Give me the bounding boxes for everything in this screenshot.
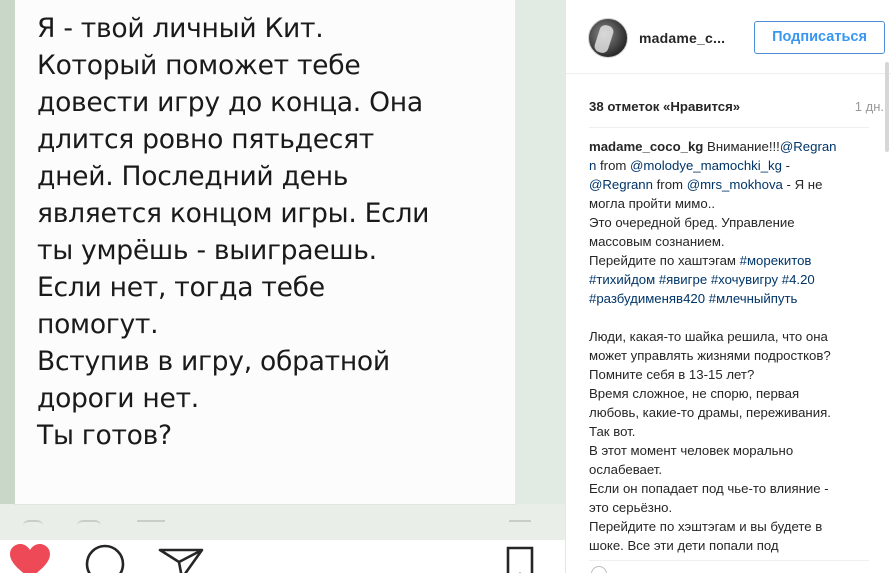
divider bbox=[589, 127, 869, 128]
caption-line: madame_coco_kg Внимание!!!@Regran bbox=[589, 137, 869, 156]
post-header: madame_c... Подписаться bbox=[566, 0, 891, 74]
caption-line: В этот момент человек морально bbox=[589, 443, 794, 458]
photo-line: длится ровно пятьдесят bbox=[37, 124, 374, 155]
caption-text: Перейдите по хаштэгам bbox=[589, 253, 740, 268]
photo-ghost-icons bbox=[15, 520, 531, 530]
photo-line: дней. Последний день bbox=[37, 161, 349, 192]
caption-line: Люди, какая-то шайка решила, что она bbox=[589, 329, 828, 344]
photo-line: Вступив в игру, обратной bbox=[37, 346, 390, 377]
follow-button[interactable]: Подписаться bbox=[754, 21, 885, 54]
photo-message-text: Я - твой личный Кит. Который поможет теб… bbox=[37, 10, 507, 454]
bookmark-icon[interactable] bbox=[503, 544, 537, 573]
caption-line: Если он попадает под чье-то влияние - bbox=[589, 481, 829, 496]
photo-line: Если нет, тогда тебе bbox=[37, 272, 325, 303]
caption-username[interactable]: madame_coco_kg bbox=[589, 139, 703, 154]
mention-link[interactable]: @Regrann bbox=[589, 177, 653, 192]
caption-line: могла пройти мимо.. bbox=[589, 196, 716, 211]
photo-line: помогут. bbox=[37, 309, 159, 340]
caption-line: n from @molodye_mamochki_kg - bbox=[589, 156, 869, 175]
photo-screenshot-card: Я - твой личный Кит. Который поможет теб… bbox=[0, 0, 565, 504]
post-photo[interactable]: Я - твой личный Кит. Который поможет теб… bbox=[0, 0, 565, 573]
likes-count[interactable]: 38 отметок «Нравится» bbox=[589, 99, 740, 114]
caption-line: Помните себя в 13-15 лет? bbox=[589, 367, 755, 382]
avatar[interactable] bbox=[588, 18, 628, 58]
caption-line: любовь, какие-то драмы, переживания. bbox=[589, 405, 831, 420]
caption-line: это серьёзно. bbox=[589, 500, 673, 515]
post-info-panel: madame_c... Подписаться 38 отметок «Нрав… bbox=[565, 0, 891, 573]
ghost-bookmark-icon bbox=[509, 520, 531, 526]
likes-row: 38 отметок «Нравится» 1 дн. bbox=[589, 99, 884, 119]
caption-text: - Я не bbox=[782, 177, 823, 192]
caption-line: ослабевает. bbox=[589, 462, 663, 477]
caption-text: Внимание!!! bbox=[703, 139, 780, 154]
photo-line: Я - твой личный Кит. bbox=[37, 13, 324, 44]
photo-line: Ты готов? bbox=[37, 420, 172, 451]
mention-link[interactable]: @molodye_mamochki_kg bbox=[630, 158, 782, 173]
hashtag-link[interactable]: #морекитов bbox=[740, 253, 812, 268]
photo-line: дороги нет. bbox=[37, 383, 199, 414]
ghost-comment-icon bbox=[77, 520, 101, 526]
photo-line: является концом игры. Если bbox=[37, 198, 430, 229]
ghost-send-icon bbox=[137, 520, 165, 526]
photo-line: ты умрёшь - выиграешь. bbox=[37, 235, 377, 266]
caption-line: Это очередной бред. Управление bbox=[589, 215, 795, 230]
caption-text: from bbox=[652, 177, 687, 192]
hashtag-line[interactable]: #разбудименяв420 #млечныйпуть bbox=[589, 289, 869, 308]
comment-icon[interactable] bbox=[84, 544, 128, 573]
caption-line: Перейдите по хаштэгам #морекитов bbox=[589, 251, 869, 270]
username-link[interactable]: madame_c... bbox=[639, 30, 725, 46]
caption-line: @Regrann from @mrs_mokhova - Я не bbox=[589, 175, 869, 194]
caption-line: может управлять жизнями подростков? bbox=[589, 348, 831, 363]
comment-bar-hint bbox=[589, 560, 869, 573]
heart-filled-icon[interactable] bbox=[8, 544, 52, 573]
caption-line: шоке. Все эти дети попали под bbox=[589, 538, 779, 553]
ghost-heart-icon bbox=[23, 520, 43, 526]
caption-line: Перейдите по хэштэгам и вы будете в bbox=[589, 519, 823, 534]
photo-line: Который поможет тебе bbox=[37, 50, 361, 81]
hashtag-line[interactable]: #тихийдом #явигре #хочувигру #4.20 bbox=[589, 270, 869, 289]
caption-line: массовым сознанием. bbox=[589, 234, 725, 249]
caption-text: - bbox=[781, 158, 791, 173]
photo-line: довести игру до конца. Она bbox=[37, 87, 423, 118]
caption-line: Время сложное, не спорю, первая bbox=[589, 386, 800, 401]
caption-text: from bbox=[596, 158, 631, 173]
mention-link[interactable]: @mrs_mokhova bbox=[687, 177, 783, 192]
heart-outline-icon[interactable] bbox=[591, 566, 607, 573]
caption-line: Так вот. bbox=[589, 424, 636, 439]
post-caption: madame_coco_kg Внимание!!!@Regran n from… bbox=[589, 137, 869, 555]
scrollbar[interactable] bbox=[885, 62, 889, 152]
send-icon[interactable] bbox=[158, 544, 204, 573]
mention-link[interactable]: @Regran bbox=[780, 139, 837, 154]
post-timestamp[interactable]: 1 дн. bbox=[855, 99, 884, 114]
post-action-bar bbox=[0, 540, 565, 573]
